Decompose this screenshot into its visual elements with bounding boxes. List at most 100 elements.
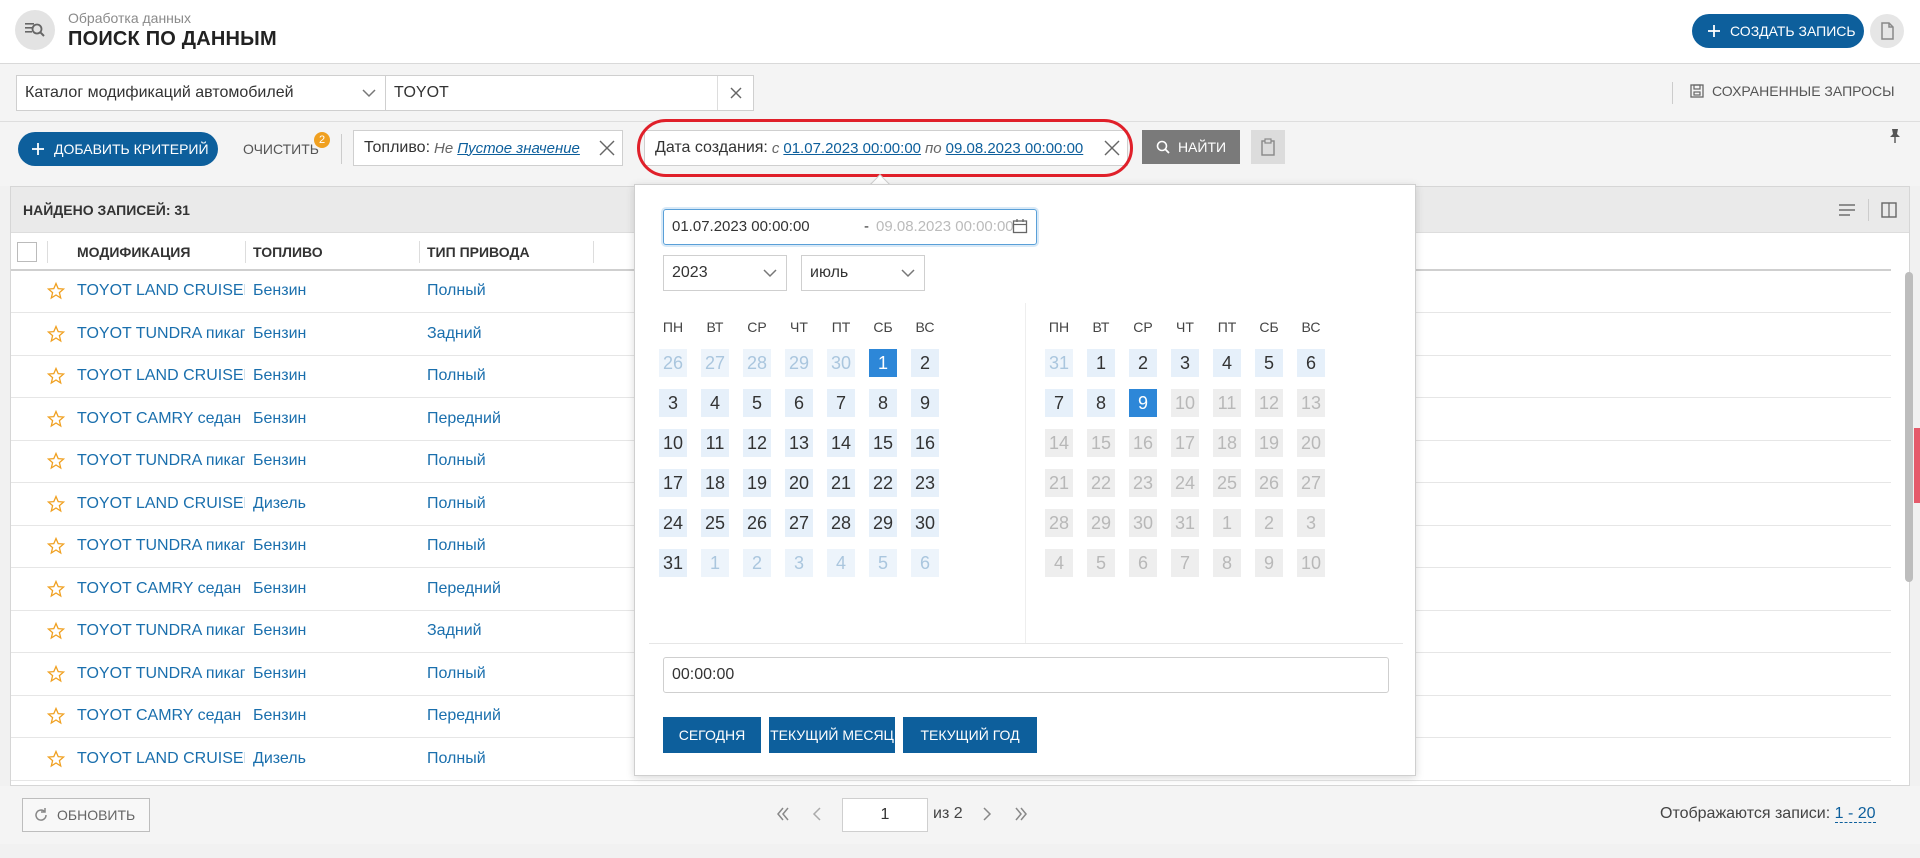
search-input[interactable]: TOYOT	[386, 75, 754, 111]
calendar-day[interactable]: 21	[827, 469, 855, 497]
today-button[interactable]: СЕГОДНЯ	[663, 717, 761, 753]
first-page-icon[interactable]	[776, 805, 790, 823]
column-header-fuel[interactable]: ТОПЛИВО	[253, 244, 323, 260]
cell-fuel[interactable]: Бензин	[253, 325, 306, 343]
star-icon[interactable]	[47, 622, 65, 640]
column-header-modification[interactable]: МОДИФИКАЦИЯ	[77, 244, 190, 260]
cell-modification[interactable]: TOYOT TUNDRA пикап	[77, 325, 245, 343]
calendar-day[interactable]: 1	[1087, 349, 1115, 377]
calendar-day[interactable]: 7	[827, 389, 855, 417]
clear-filters-button[interactable]: ОЧИСТИТЬ	[243, 141, 319, 157]
cell-drive[interactable]: Передний	[427, 410, 501, 428]
star-icon[interactable]	[47, 367, 65, 385]
calendar-day[interactable]: 5	[1255, 349, 1283, 377]
calendar-day[interactable]: 31	[1045, 349, 1073, 377]
calendar-day[interactable]: 5	[743, 389, 771, 417]
calendar-day[interactable]: 17	[659, 469, 687, 497]
calendar-day[interactable]: 31	[659, 549, 687, 577]
calendar-day[interactable]: 9	[1129, 389, 1157, 417]
star-icon[interactable]	[47, 749, 65, 768]
cell-modification[interactable]: TOYOT LAND CRUISER	[77, 282, 245, 300]
calendar-day[interactable]: 16	[911, 429, 939, 457]
calendar-day[interactable]: 30	[827, 349, 855, 377]
calendar-day[interactable]: 30	[911, 509, 939, 537]
cell-modification[interactable]: TOYOT CAMRY седан	[77, 580, 245, 598]
catalog-select[interactable]: Каталог модификаций автомобилей	[16, 75, 386, 111]
calendar-day[interactable]: 1	[869, 349, 897, 377]
calendar-day[interactable]: 25	[701, 509, 729, 537]
calendar-day[interactable]: 29	[785, 349, 813, 377]
calendar-day[interactable]: 14	[827, 429, 855, 457]
refresh-button[interactable]: ОБНОВИТЬ	[22, 798, 150, 832]
cell-drive[interactable]: Полный	[427, 367, 486, 385]
calendar-day[interactable]: 12	[743, 429, 771, 457]
calendar-day[interactable]: 6	[785, 389, 813, 417]
calendar-day[interactable]: 26	[659, 349, 687, 377]
column-header-drive[interactable]: ТИП ПРИВОДА	[427, 244, 530, 260]
star-icon[interactable]	[47, 579, 65, 598]
cell-drive[interactable]: Задний	[427, 622, 482, 640]
cell-modification[interactable]: TOYOT LAND CRUISER	[77, 495, 245, 513]
records-range-value[interactable]: 1 - 20	[1834, 805, 1876, 823]
cell-fuel[interactable]: Бензин	[253, 410, 306, 428]
save-query-button[interactable]	[1251, 130, 1285, 164]
add-criterion-button[interactable]: ДОБАВИТЬ КРИТЕРИЙ	[18, 132, 218, 166]
cell-drive[interactable]: Полный	[427, 537, 486, 555]
cell-drive[interactable]: Полный	[427, 750, 486, 768]
calendar-day[interactable]: 3	[1171, 349, 1199, 377]
cell-fuel[interactable]: Бензин	[253, 580, 306, 598]
cell-modification[interactable]: TOYOT CAMRY седан	[77, 707, 245, 725]
cell-drive[interactable]: Полный	[427, 495, 486, 513]
cell-drive[interactable]: Полный	[427, 665, 486, 683]
columns-icon[interactable]	[1881, 202, 1897, 218]
list-settings-icon[interactable]	[1838, 203, 1856, 217]
cell-drive[interactable]: Передний	[427, 580, 501, 598]
cell-fuel[interactable]: Дизель	[253, 750, 306, 768]
clear-search-button[interactable]	[717, 76, 753, 110]
star-icon[interactable]	[47, 494, 65, 513]
cell-fuel[interactable]: Бензин	[253, 665, 306, 683]
calendar-day[interactable]: 23	[911, 469, 939, 497]
calendar-day[interactable]: 4	[1213, 349, 1241, 377]
select-all-checkbox[interactable]	[17, 242, 37, 262]
calendar-day[interactable]: 29	[869, 509, 897, 537]
star-icon[interactable]	[47, 664, 65, 683]
fuel-filter-chip[interactable]: Топливо: Не Пустое значение	[353, 130, 623, 166]
calendar-day[interactable]: 8	[869, 389, 897, 417]
pin-icon[interactable]	[1888, 128, 1902, 144]
calendar-day[interactable]: 13	[785, 429, 813, 457]
current-year-button[interactable]: ТЕКУЩИЙ ГОД	[903, 717, 1037, 753]
calendar-day[interactable]: 4	[827, 549, 855, 577]
calendar-icon[interactable]	[1012, 218, 1028, 234]
cell-drive[interactable]: Передний	[427, 707, 501, 725]
cell-fuel[interactable]: Бензин	[253, 452, 306, 470]
scrollbar[interactable]	[1905, 272, 1913, 582]
calendar-day[interactable]: 2	[743, 549, 771, 577]
calendar-day[interactable]: 3	[659, 389, 687, 417]
calendar-day[interactable]: 27	[785, 509, 813, 537]
calendar-day[interactable]: 3	[785, 549, 813, 577]
cell-drive[interactable]: Полный	[427, 282, 486, 300]
calendar-day[interactable]: 15	[869, 429, 897, 457]
calendar-day[interactable]: 24	[659, 509, 687, 537]
year-select[interactable]: 2023	[663, 255, 787, 291]
next-page-icon[interactable]	[982, 805, 992, 823]
star-icon[interactable]	[47, 707, 65, 725]
export-button[interactable]	[1870, 14, 1904, 48]
calendar-day[interactable]: 11	[701, 429, 729, 457]
cell-drive[interactable]: Полный	[427, 452, 486, 470]
cell-modification[interactable]: TOYOT TUNDRA пикап	[77, 537, 245, 555]
star-icon[interactable]	[47, 324, 65, 343]
calendar-day[interactable]: 4	[701, 389, 729, 417]
calendar-day[interactable]: 2	[1129, 349, 1157, 377]
calendar-day[interactable]: 5	[869, 549, 897, 577]
calendar-day[interactable]: 18	[701, 469, 729, 497]
cell-fuel[interactable]: Дизель	[253, 495, 306, 513]
last-page-icon[interactable]	[1014, 805, 1028, 823]
cell-modification[interactable]: TOYOT TUNDRA пикап	[77, 665, 245, 683]
calendar-day[interactable]: 28	[743, 349, 771, 377]
cell-fuel[interactable]: Бензин	[253, 622, 306, 640]
calendar-day[interactable]: 7	[1045, 389, 1073, 417]
cell-modification[interactable]: TOYOT TUNDRA пикап	[77, 452, 245, 470]
cell-fuel[interactable]: Бензин	[253, 707, 306, 725]
